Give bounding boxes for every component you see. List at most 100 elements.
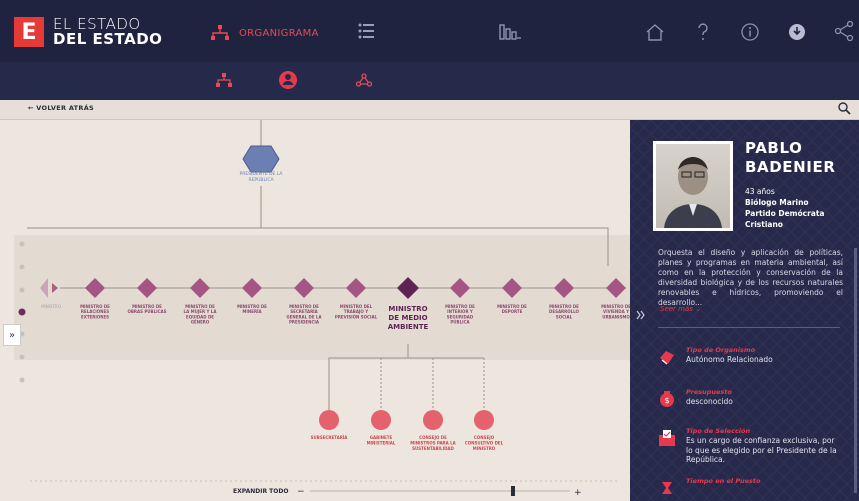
network-view-icon[interactable] [356,73,372,87]
back-link[interactable]: ← VOLVER ATRÁS [28,104,94,112]
prev-arrow[interactable] [52,283,58,293]
page-dot[interactable] [19,354,25,360]
stats-icon[interactable] [499,24,521,40]
top-navbar: E EL ESTADO DEL ESTADO ORGANIGRAMA [0,0,859,62]
child-label: SUSTENTABILIDAD [412,446,454,451]
panel-divider [658,327,840,328]
minister-name: PABLO BADENIER [745,139,835,177]
view-mode-bar [0,62,859,100]
nav-organigrama[interactable]: ORGANIGRAMA [211,25,319,41]
collapse-panel-icon[interactable] [636,310,646,320]
minister-party-2: Cristiano [745,220,783,229]
minister-photo [653,141,733,231]
child-label: MINISTROS PARA LA [410,441,456,446]
tipo-organismo-title: Tipo de Organismo [686,346,756,354]
time-icon [662,482,672,494]
logo-line2: DEL ESTADO [53,30,163,48]
child-node[interactable] [474,410,494,430]
ministry-label: EXTERIORES [81,314,109,319]
expand-all-label[interactable]: EXPANDIR TODO [233,488,288,495]
ministry-description: Orquesta el diseño y aplicación de polít… [658,248,843,307]
ministry-label: MINISTRO [41,304,61,309]
ver-mas-link[interactable]: Seer más ⌄ [660,305,701,313]
child-label: SUBSECRETARÍA [311,435,349,440]
ministry-label: DE MEDIO [388,314,427,322]
logo-mark[interactable]: E [14,17,44,47]
ministry-label: PRESIDENCIA [289,320,320,325]
ministry-node[interactable] [346,278,366,298]
ministry-node[interactable] [502,278,522,298]
panel-scrollbar[interactable] [854,248,857,493]
org-line [260,186,609,266]
ministry-label: MINISTRO [388,305,427,313]
tipo-seleccion-value: Es un cargo de confianza exclusiva, por … [686,436,837,464]
page-dot[interactable] [19,264,25,270]
ministry-node[interactable] [137,278,157,298]
presupuesto-value: desconocido [686,397,733,406]
download-icon[interactable] [788,23,806,41]
president-label: REPÚBLICA [248,176,274,183]
ministry-node[interactable] [242,278,262,298]
child-label: CONSEJO DE [419,435,447,440]
minister-first-name: PABLO [745,139,803,157]
page-dot[interactable] [19,287,25,293]
ministry-node[interactable] [190,278,210,298]
tiempo-puesto-title: Tiempo en el Puesto [686,477,761,485]
ministry-node[interactable] [606,278,626,298]
org-line [328,344,409,410]
child-label: CONSULTIVO DEL [465,441,504,446]
zoom-out-button[interactable]: − [297,487,305,497]
nav-organigrama-label: ORGANIGRAMA [239,27,319,39]
ministry-node[interactable] [85,278,105,298]
help-icon[interactable] [696,23,710,41]
ministry-label: OBRAS PÚBLICAS [127,309,166,314]
ministry-label: PÚBLICA [450,320,470,325]
president-label: PRESIDENTE DE LA [240,171,284,177]
child-node[interactable] [371,410,391,430]
hierarchy-view-icon[interactable] [216,73,232,87]
child-label: CONSEJO [474,435,495,440]
ministry-label: SOCIAL [556,314,573,319]
org-line-dashed [380,358,485,410]
ministry-label: AMBIENTE [388,323,429,331]
selection-type-icon [659,430,675,446]
child-label: MINISTERIAL [367,441,396,446]
logo-text[interactable]: EL ESTADO DEL ESTADO [53,17,162,47]
page-dot[interactable] [18,308,26,316]
page-dot[interactable] [19,241,25,247]
ministry-node-partial[interactable] [40,278,48,298]
org-chart[interactable]: PRESIDENTE DE LAREPÚBLICA MINISTRO MINISTR… [0,120,630,501]
minister-age: 43 años [745,187,775,196]
ministry-node[interactable] [554,278,574,298]
organism-type-icon [660,351,674,365]
person-view-icon[interactable] [278,70,298,90]
list-icon[interactable] [358,22,374,40]
minister-meta: 43 años Biólogo Marino Partido Demócrata… [745,186,824,230]
ministry-label: URBANISMO [602,314,630,319]
presupuesto-title: Presupuesto [686,388,732,396]
svg-text:$: $ [664,396,669,405]
info-icon[interactable] [741,23,759,41]
tipo-organismo-value: Autónomo Relacionado [686,355,773,364]
president-node[interactable] [242,145,280,173]
zoom-thumb[interactable] [511,486,515,496]
search-icon[interactable] [838,102,851,115]
home-icon[interactable] [645,23,665,41]
child-node[interactable] [319,410,339,430]
page-dot[interactable] [19,377,25,383]
detail-panel: PABLO BADENIER 43 años Biólogo Marino Pa… [630,120,859,501]
zoom-in-button[interactable]: + [574,488,582,498]
share-icon[interactable] [834,21,854,41]
back-bar [0,100,859,120]
child-label: MINISTRO [473,446,496,451]
ministry-node[interactable] [294,278,314,298]
ministry-node[interactable] [450,278,470,298]
expand-left-button[interactable]: » [3,324,21,346]
org-chart-icon [211,25,229,40]
ministry-node[interactable] [397,277,419,299]
minister-last-name: BADENIER [745,158,836,176]
child-node[interactable] [423,410,443,430]
ministry-label: DEPORTE [502,309,523,314]
ministry-label: PREVISIÓN SOCIAL [335,314,378,319]
minister-party: Partido Demócrata [745,209,825,218]
